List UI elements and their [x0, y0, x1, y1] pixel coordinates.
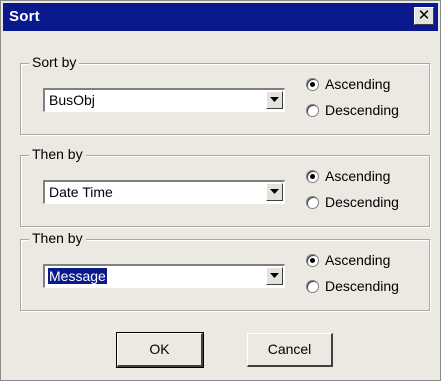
then-by-value-1: Date Time — [49, 184, 113, 200]
then-by-ascending-radio-2[interactable] — [306, 254, 319, 267]
ok-button[interactable]: OK — [116, 332, 204, 368]
then-by-ascending-label-1: Ascending — [325, 168, 391, 184]
cancel-button[interactable]: Cancel — [247, 333, 333, 367]
sort-by-combobox[interactable]: BusObj — [43, 88, 285, 112]
sort-by-ascending-label: Ascending — [325, 76, 391, 92]
then-by-dropdown-button-2[interactable] — [266, 267, 283, 285]
then-by-value-2: Message — [48, 268, 107, 284]
then-by-descending-label-1: Descending — [325, 194, 399, 210]
then-by-combobox-2[interactable]: Message — [43, 264, 285, 288]
then-by-dropdown-button-1[interactable] — [266, 183, 283, 201]
radio-selected-dot-icon — [310, 258, 315, 263]
close-button[interactable]: ✕ — [414, 7, 434, 25]
close-icon: ✕ — [417, 7, 431, 24]
dialog-title: Sort — [9, 8, 40, 25]
then-by-descending-radio-1[interactable] — [306, 196, 319, 209]
then-by-ascending-radio-1[interactable] — [306, 170, 319, 183]
sort-by-descending-radio[interactable] — [306, 104, 319, 117]
then-by-group-1: Then by Date Time Ascending Descending — [20, 146, 430, 227]
chevron-down-icon — [270, 189, 279, 194]
sort-by-ascending-radio[interactable] — [306, 78, 319, 91]
sort-by-descending-label: Descending — [325, 102, 399, 118]
sort-dialog: Sort ✕ Sort by BusObj Ascending Descendi… — [0, 0, 441, 381]
then-by-combobox-1[interactable]: Date Time — [43, 180, 285, 204]
title-bar[interactable]: Sort ✕ — [3, 3, 438, 31]
sort-by-group: Sort by BusObj Ascending Descending — [20, 54, 430, 135]
chevron-down-icon — [270, 273, 279, 278]
then-by-label-2: Then by — [29, 230, 86, 246]
then-by-label-1: Then by — [29, 146, 86, 162]
then-by-ascending-label-2: Ascending — [325, 252, 391, 268]
then-by-descending-label-2: Descending — [325, 278, 399, 294]
then-by-descending-radio-2[interactable] — [306, 280, 319, 293]
radio-selected-dot-icon — [310, 174, 315, 179]
radio-selected-dot-icon — [310, 82, 315, 87]
sort-by-dropdown-button[interactable] — [266, 91, 283, 109]
sort-by-label: Sort by — [29, 54, 80, 70]
chevron-down-icon — [270, 97, 279, 102]
sort-by-value: BusObj — [49, 92, 95, 108]
then-by-group-2: Then by Message Ascending Descending — [20, 230, 430, 311]
